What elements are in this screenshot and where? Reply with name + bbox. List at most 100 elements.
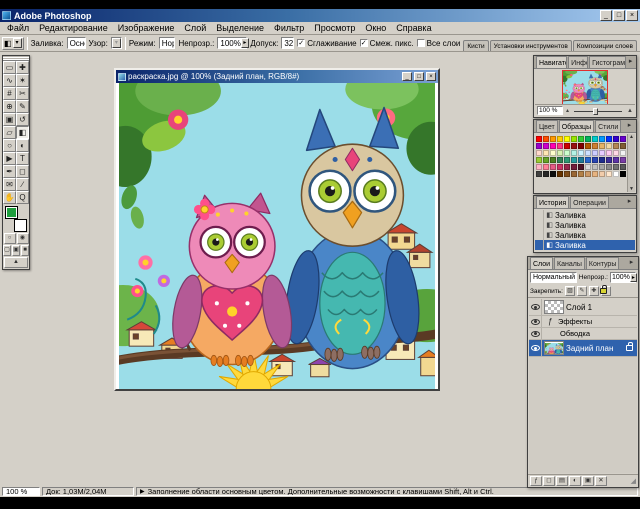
color-swatch[interactable]: [557, 171, 563, 177]
swatches-scrollbar[interactable]: ▲ ▼: [627, 134, 635, 192]
color-swatch[interactable]: [564, 143, 570, 149]
color-swatch[interactable]: [620, 157, 626, 163]
layer-row-stroke[interactable]: Обводка: [529, 328, 637, 340]
tool-shape[interactable]: ◻: [16, 165, 29, 178]
palette-menu-icon[interactable]: ▸: [625, 120, 634, 132]
tab-histogram[interactable]: Гистограмма: [589, 56, 627, 68]
tool-hand[interactable]: ✋: [3, 191, 16, 204]
tool-history-brush[interactable]: ↺: [16, 113, 29, 126]
background-color-chip[interactable]: [14, 219, 27, 232]
status-zoom-input[interactable]: 100 %: [2, 487, 40, 496]
color-swatch[interactable]: [613, 171, 619, 177]
spin-arrow-icon[interactable]: ▸: [240, 38, 249, 48]
close-button[interactable]: ×: [626, 10, 638, 21]
color-swatch[interactable]: [599, 164, 605, 170]
effects-label[interactable]: Эффекты: [558, 317, 592, 326]
tool-path-selection[interactable]: ▶: [3, 152, 16, 165]
history-state[interactable]: ◧ Заливка: [535, 240, 635, 250]
color-swatch[interactable]: [557, 150, 563, 156]
checkbox-box[interactable]: [416, 39, 425, 47]
color-swatch[interactable]: [536, 150, 542, 156]
color-swatch[interactable]: [585, 136, 591, 142]
tool-type[interactable]: T: [16, 152, 29, 165]
color-swatch[interactable]: [571, 150, 577, 156]
tab-navigator[interactable]: Навигатор: [536, 56, 568, 68]
color-swatch[interactable]: [550, 136, 556, 142]
tool-crop[interactable]: #: [3, 87, 16, 100]
palette-menu-icon[interactable]: ▸: [625, 196, 634, 208]
resize-grip-icon[interactable]: ◢: [631, 477, 636, 485]
color-swatch[interactable]: [578, 150, 584, 156]
foreground-color-chip[interactable]: [5, 206, 18, 219]
tool-zoom[interactable]: Q: [16, 191, 29, 204]
color-swatch[interactable]: [550, 143, 556, 149]
color-swatch[interactable]: [571, 171, 577, 177]
layer-style-button[interactable]: ƒ: [530, 476, 542, 486]
document-minimize-button[interactable]: _: [402, 72, 412, 81]
history-source-box[interactable]: [535, 230, 544, 240]
palette-menu-icon[interactable]: ▸: [627, 257, 636, 269]
new-group-button[interactable]: ▤: [556, 476, 568, 486]
color-swatch[interactable]: [557, 136, 563, 142]
lock-image-button[interactable]: ✎: [576, 286, 587, 296]
menu-help[interactable]: Справка: [391, 23, 436, 33]
mode-dropdown[interactable]: Нормальный ▾: [158, 37, 176, 49]
color-swatch[interactable]: [599, 157, 605, 163]
tab-paths[interactable]: Контуры: [585, 257, 620, 269]
tool-paint-bucket[interactable]: ◧: [16, 126, 29, 139]
tab-color[interactable]: Цвет: [536, 120, 558, 132]
history-state[interactable]: ◧ Заливка: [535, 210, 635, 220]
visibility-toggle[interactable]: [529, 340, 542, 356]
color-swatch[interactable]: [564, 164, 570, 170]
spin-arrow-icon[interactable]: ▸: [629, 273, 637, 282]
tool-clone-stamp[interactable]: ▣: [3, 113, 16, 126]
color-swatch[interactable]: [606, 164, 612, 170]
color-swatch[interactable]: [592, 143, 598, 149]
adjustment-layer-button[interactable]: ◐: [569, 476, 581, 486]
color-swatch[interactable]: [571, 164, 577, 170]
color-swatch[interactable]: [536, 164, 542, 170]
color-swatch[interactable]: [578, 136, 584, 142]
visibility-toggle[interactable]: [529, 299, 542, 315]
color-swatch[interactable]: [550, 157, 556, 163]
color-swatch[interactable]: [620, 136, 626, 142]
color-swatch[interactable]: [536, 136, 542, 142]
fill-source-dropdown[interactable]: Основной цв. ▾: [66, 37, 86, 49]
color-swatch[interactable]: [620, 143, 626, 149]
color-swatch[interactable]: [557, 164, 563, 170]
tool-eyedropper[interactable]: ∕: [16, 178, 29, 191]
tab-channels[interactable]: Каналы: [554, 257, 585, 269]
menu-select[interactable]: Выделение: [211, 23, 269, 33]
color-swatch[interactable]: [606, 157, 612, 163]
zoom-in-icon[interactable]: ▲: [627, 106, 633, 116]
tool-blur[interactable]: ○: [3, 139, 16, 152]
tool-dodge[interactable]: ◐: [16, 139, 29, 152]
tab-layers[interactable]: Слои: [530, 257, 554, 269]
menu-window[interactable]: Окно: [360, 23, 391, 33]
menu-edit[interactable]: Редактирование: [34, 23, 113, 33]
color-swatch[interactable]: [550, 150, 556, 156]
menu-layer[interactable]: Слой: [179, 23, 211, 33]
document-canvas[interactable]: [116, 83, 438, 389]
color-swatch[interactable]: [543, 150, 549, 156]
color-swatch[interactable]: [578, 157, 584, 163]
checkbox-box[interactable]: ✓: [297, 39, 306, 47]
document-maximize-button[interactable]: □: [414, 72, 424, 81]
delete-layer-button[interactable]: ✕: [595, 476, 607, 486]
color-swatch[interactable]: [564, 157, 570, 163]
all-layers-checkbox[interactable]: Все слои: [416, 39, 460, 48]
opacity-input[interactable]: 100% ▸: [217, 37, 249, 49]
slider-knob[interactable]: [592, 107, 598, 115]
color-swatch[interactable]: [613, 143, 619, 149]
lock-transparency-button[interactable]: ▨: [564, 286, 575, 296]
tab-swatches[interactable]: Образцы: [558, 120, 595, 132]
color-swatch[interactable]: [585, 143, 591, 149]
color-swatch[interactable]: [564, 171, 570, 177]
tolerance-input[interactable]: 32: [281, 37, 295, 49]
menu-filter[interactable]: Фильтр: [269, 23, 309, 33]
history-source-box[interactable]: [535, 210, 544, 220]
menu-image[interactable]: Изображение: [113, 23, 180, 33]
color-swatch[interactable]: [543, 157, 549, 163]
antialias-checkbox[interactable]: ✓ Сглаживание: [297, 39, 357, 48]
color-swatch[interactable]: [606, 171, 612, 177]
